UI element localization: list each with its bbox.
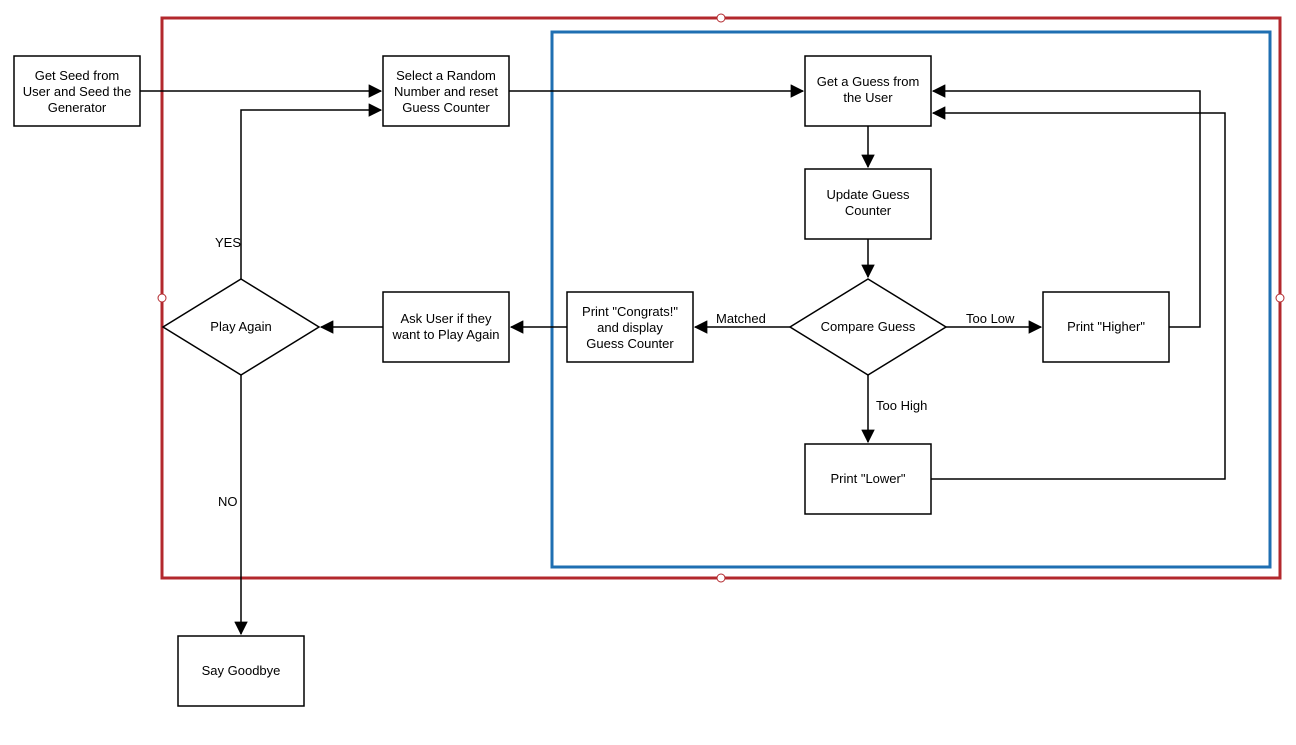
node-print-congrats[interactable]: Print "Congrats!" and display Guess Coun…	[567, 292, 693, 362]
node-get-guess[interactable]: Get a Guess from the User	[805, 56, 931, 126]
edge-label-yes: YES	[215, 235, 241, 250]
svg-text:Play Again: Play Again	[210, 319, 271, 334]
svg-text:Select a Random: Select a Random	[396, 68, 496, 83]
svg-text:Print "Congrats!": Print "Congrats!"	[582, 304, 678, 319]
selection-handle[interactable]	[717, 574, 725, 582]
node-say-goodbye[interactable]: Say Goodbye	[178, 636, 304, 706]
svg-text:Compare Guess: Compare Guess	[821, 319, 916, 334]
svg-text:Counter: Counter	[845, 203, 892, 218]
svg-text:Get a Guess from: Get a Guess from	[817, 74, 920, 89]
svg-text:Print "Higher": Print "Higher"	[1067, 319, 1145, 334]
svg-text:the User: the User	[843, 90, 893, 105]
svg-text:User and Seed the: User and Seed the	[23, 84, 131, 99]
node-play-again[interactable]: Play Again	[163, 279, 319, 375]
selection-handle[interactable]	[717, 14, 725, 22]
svg-text:Say Goodbye: Say Goodbye	[202, 663, 281, 678]
selection-handle[interactable]	[1276, 294, 1284, 302]
flowchart-canvas: Get Seed from User and Seed the Generato…	[0, 0, 1296, 745]
svg-text:Guess Counter: Guess Counter	[402, 100, 490, 115]
svg-text:want to Play Again: want to Play Again	[392, 327, 500, 342]
selection-handle[interactable]	[158, 294, 166, 302]
edge-playagain-yes	[241, 110, 381, 279]
node-print-higher[interactable]: Print "Higher"	[1043, 292, 1169, 362]
node-ask-play-again[interactable]: Ask User if they want to Play Again	[383, 292, 509, 362]
svg-text:Print "Lower": Print "Lower"	[831, 471, 906, 486]
edge-label-matched: Matched	[716, 311, 766, 326]
node-update-counter[interactable]: Update Guess Counter	[805, 169, 931, 239]
node-get-seed[interactable]: Get Seed from User and Seed the Generato…	[14, 56, 140, 126]
svg-text:Ask User if they: Ask User if they	[400, 311, 492, 326]
svg-text:Generator: Generator	[48, 100, 107, 115]
svg-text:Guess Counter: Guess Counter	[586, 336, 674, 351]
edge-label-no: NO	[218, 494, 238, 509]
svg-text:and display: and display	[597, 320, 663, 335]
edge-label-too-low: Too Low	[966, 311, 1015, 326]
svg-text:Number and reset: Number and reset	[394, 84, 498, 99]
svg-text:Update Guess: Update Guess	[826, 187, 910, 202]
edge-label-too-high: Too High	[876, 398, 927, 413]
svg-text:Get Seed from: Get Seed from	[35, 68, 120, 83]
node-print-lower[interactable]: Print "Lower"	[805, 444, 931, 514]
node-select-random[interactable]: Select a Random Number and reset Guess C…	[383, 56, 509, 126]
node-compare-guess[interactable]: Compare Guess	[790, 279, 946, 375]
